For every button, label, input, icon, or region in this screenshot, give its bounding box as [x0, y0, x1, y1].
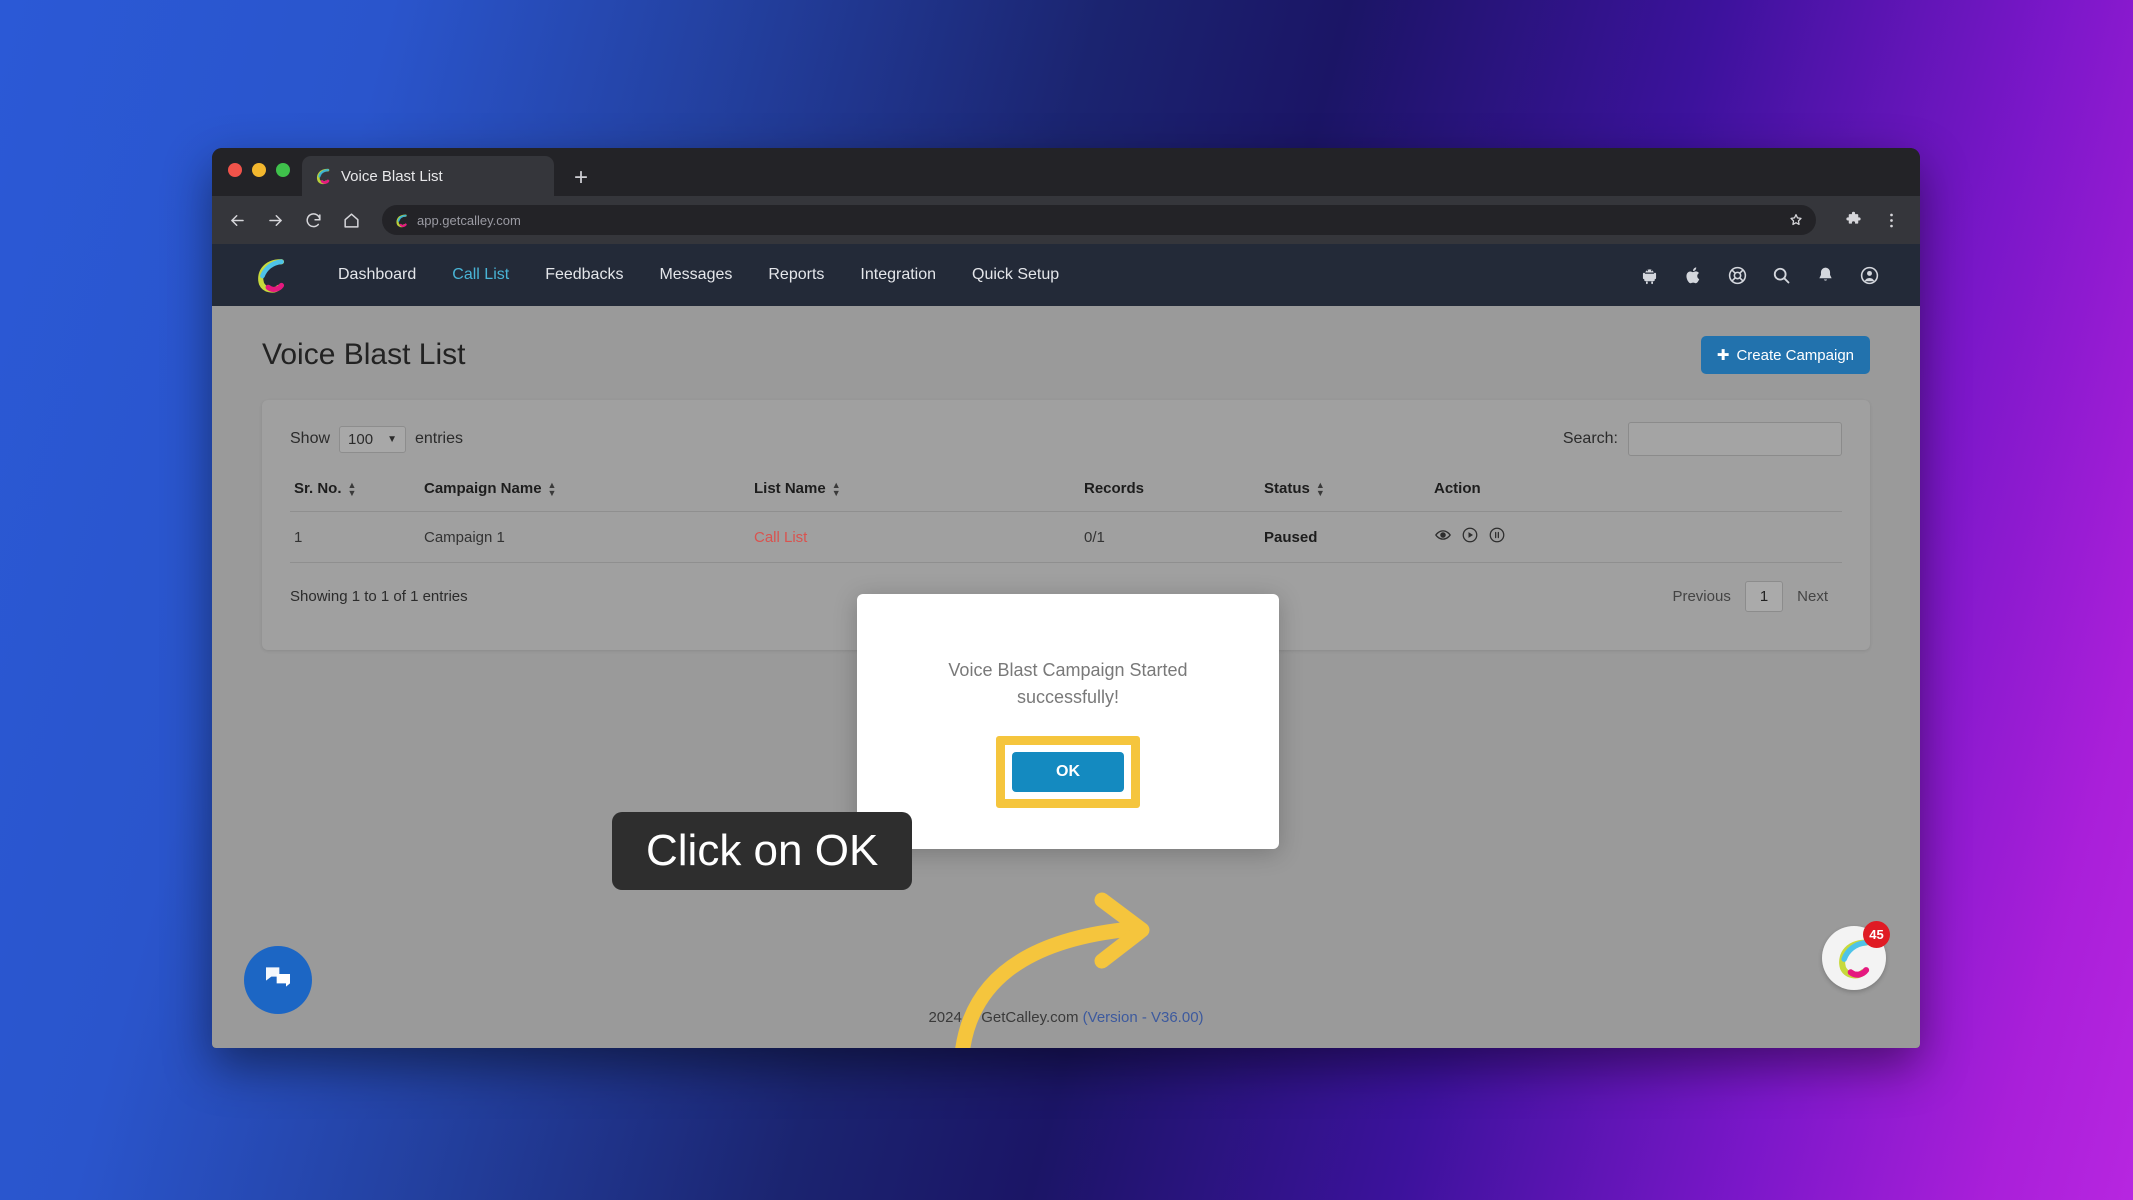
- close-window-button[interactable]: [228, 163, 242, 177]
- puzzle-piece-icon[interactable]: [1842, 209, 1864, 231]
- new-tab-button[interactable]: +: [574, 166, 588, 190]
- annotation-arrow-icon: [955, 892, 1150, 1048]
- browser-action-icons: [1842, 209, 1906, 231]
- modal-message: Voice Blast Campaign Started successfull…: [948, 660, 1188, 707]
- annotation-callout: Click on OK: [612, 812, 913, 890]
- minimize-window-button[interactable]: [252, 163, 266, 177]
- reload-icon[interactable]: [302, 209, 324, 231]
- address-bar-url: app.getcalley.com: [417, 212, 521, 228]
- back-arrow-icon[interactable]: [226, 209, 248, 231]
- window-controls[interactable]: [228, 163, 290, 177]
- site-favicon: [394, 213, 409, 228]
- success-modal-dialog: Voice Blast Campaign Started successfull…: [857, 594, 1279, 849]
- star-icon[interactable]: [1788, 212, 1804, 228]
- browser-tab-voice-blast-list[interactable]: Voice Blast List: [302, 156, 554, 196]
- browser-window: Voice Blast List + app.getcalley.com Das…: [212, 148, 1920, 1048]
- calley-favicon: [314, 167, 332, 185]
- three-dot-menu-icon[interactable]: [1880, 209, 1902, 231]
- browser-tab-strip: Voice Blast List +: [212, 148, 1920, 196]
- browser-toolbar: app.getcalley.com: [212, 196, 1920, 244]
- ok-button-highlight: OK: [996, 735, 1140, 808]
- forward-arrow-icon[interactable]: [264, 209, 286, 231]
- maximize-window-button[interactable]: [276, 163, 290, 177]
- home-icon[interactable]: [340, 209, 362, 231]
- address-bar[interactable]: app.getcalley.com: [382, 205, 1816, 235]
- modal-ok-button[interactable]: OK: [1012, 751, 1124, 792]
- web-page: Dashboard Call List Feedbacks Messages R…: [212, 244, 1920, 1048]
- browser-tab-title: Voice Blast List: [341, 167, 443, 185]
- modal-overlay: Voice Blast Campaign Started successfull…: [212, 244, 1920, 1048]
